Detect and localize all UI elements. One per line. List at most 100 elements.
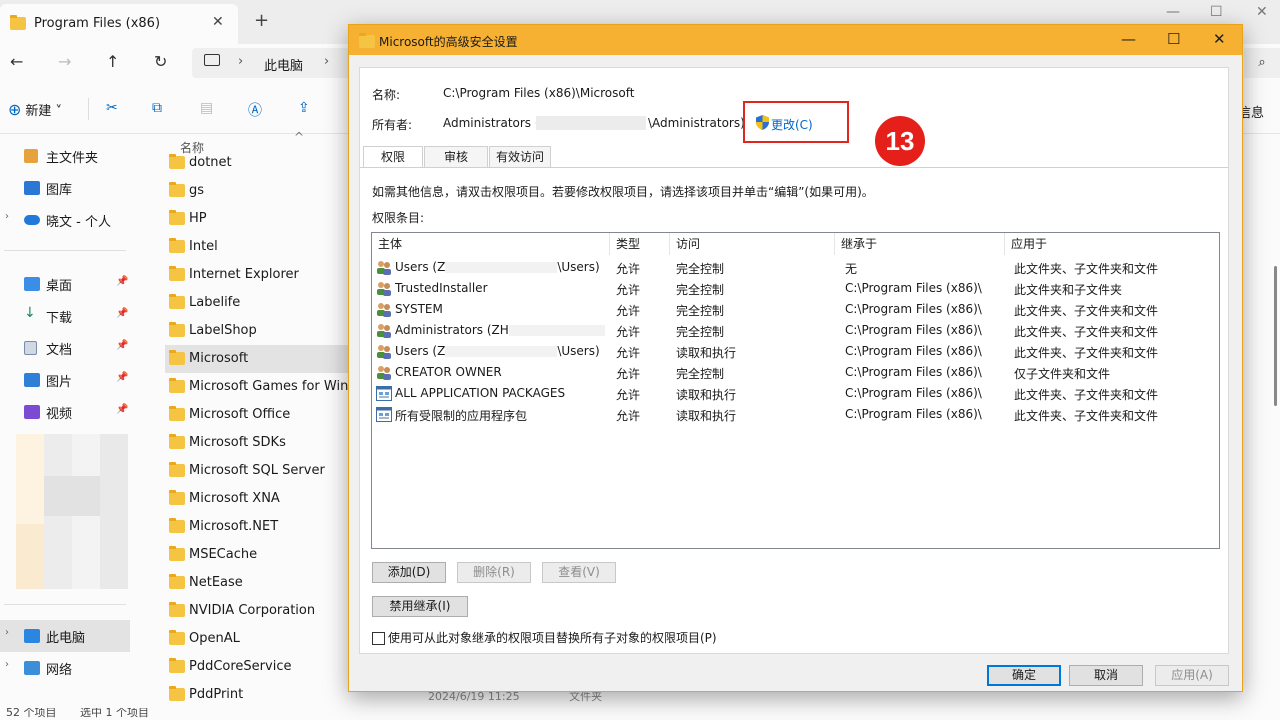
maximize-icon[interactable]: ☐ (1210, 4, 1223, 20)
sidebar-item-downloads[interactable]: ↓ 下载 📌 (0, 300, 130, 332)
type-cell: 允许 (616, 325, 641, 339)
file-list-item[interactable]: PddPrint (165, 681, 355, 709)
sidebar-item-gallery[interactable]: 图库 (0, 172, 130, 204)
sort-ascending-icon[interactable]: ^ (294, 130, 304, 144)
redacted-region (536, 116, 646, 130)
file-list-item[interactable]: MSECache (165, 541, 355, 569)
permission-entry-row[interactable]: Administrators (ZHWOR... 允许 完全控制 C:\Program… (372, 320, 1219, 341)
type-cell: 允许 (616, 409, 641, 423)
sidebar-item-network[interactable]: › 网络 (0, 652, 130, 684)
document-icon (24, 341, 37, 355)
close-icon[interactable]: ✕ (1213, 30, 1226, 48)
pin-icon[interactable]: 📌 (116, 308, 128, 319)
close-window-icon[interactable]: ✕ (1256, 4, 1268, 20)
tab-effective-access[interactable]: 有效访问 (489, 146, 551, 168)
dialog-title-bar[interactable]: Microsoft的高级安全设置 — ☐ ✕ (349, 25, 1242, 55)
file-name: Intel (189, 239, 218, 254)
expand-icon[interactable]: › (5, 211, 9, 222)
pin-icon[interactable]: 📌 (116, 404, 128, 415)
expand-icon[interactable]: › (5, 627, 9, 638)
column-header-inherited-from[interactable]: 继承于 (835, 233, 1005, 255)
scrollbar[interactable] (1274, 266, 1277, 406)
file-list-item[interactable]: LabelShop (165, 317, 355, 345)
file-list-item[interactable]: Microsoft Games for Windo (165, 373, 365, 401)
new-tab-icon[interactable]: + (254, 10, 269, 31)
paste-icon[interactable]: ▤ (200, 100, 213, 116)
column-header-type[interactable]: 类型 (610, 233, 670, 255)
permission-entry-row[interactable]: CREATOR OWNER 允许 完全控制 C:\Program Files (x86… (372, 362, 1219, 383)
breadcrumb[interactable]: › 此电脑 › (192, 48, 352, 78)
forward-icon[interactable]: → (58, 52, 71, 71)
file-list-item[interactable]: HP (165, 205, 355, 233)
name-value[interactable]: C:\Program Files (x86)\Microsoft (443, 86, 634, 100)
add-button[interactable]: 添加(D) (372, 562, 446, 583)
sidebar-item-label: 视频 (46, 407, 73, 422)
permission-entry-row[interactable]: TrustedInstaller 允许 完全控制 C:\Program Files (… (372, 278, 1219, 299)
view-button[interactable]: 查看(V) (542, 562, 616, 583)
pin-icon[interactable]: 📌 (116, 340, 128, 351)
file-list-item[interactable]: Labelife (165, 289, 355, 317)
file-list-item[interactable]: Microsoft SQL Server (165, 457, 355, 485)
pin-icon[interactable]: 📌 (116, 276, 128, 287)
new-button[interactable]: ⊕ 新建 ˅ (8, 100, 62, 119)
share-icon[interactable]: ⇪ (298, 100, 310, 116)
permission-entry-row[interactable]: Users (Z \Users) 允许 读取和执行 C:\Program Files (… (372, 341, 1219, 362)
ok-button[interactable]: 确定 (987, 665, 1061, 686)
file-list-item[interactable]: Microsoft.NET (165, 513, 355, 541)
replace-child-permissions-label[interactable]: 使用可从此对象继承的权限项目替换所有子对象的权限项目(P) (388, 629, 717, 646)
back-icon[interactable]: ← (10, 52, 23, 71)
file-list-item[interactable]: NetEase (165, 569, 355, 597)
chevron-right-icon[interactable]: › (238, 54, 243, 69)
column-header-principal[interactable]: 主体 (372, 233, 610, 255)
search-icon[interactable]: ⌕ (1244, 48, 1280, 78)
cut-icon[interactable]: ✂ (106, 100, 118, 116)
refresh-icon[interactable]: ↻ (154, 52, 167, 71)
file-list-item[interactable]: Microsoft (165, 345, 355, 373)
file-list-item[interactable]: OpenAL (165, 625, 355, 653)
expand-icon[interactable]: › (5, 659, 9, 670)
sidebar-item-onedrive[interactable]: › 晓文 - 个人 (0, 204, 130, 236)
minimize-icon[interactable]: — (1121, 30, 1136, 48)
permission-entries-list[interactable]: 主体 类型 访问 继承于 应用于 Users (Z \Users) 允许 完全控制无此… (371, 232, 1220, 549)
sidebar-item-videos[interactable]: 视频 📌 (0, 396, 130, 428)
sidebar-item-home[interactable]: 主文件夹 (0, 140, 130, 172)
explorer-tab[interactable]: Program Files (x86) ✕ (0, 4, 238, 44)
maximize-icon[interactable]: ☐ (1167, 30, 1180, 48)
file-list-item[interactable]: PddCoreService (165, 653, 355, 681)
desktop-icon (24, 277, 40, 291)
file-list: ^ 名称 dotnet gs HP Intel Internet Explorer Lab… (140, 130, 365, 720)
tab-permissions[interactable]: 权限 (363, 146, 423, 168)
file-list-item[interactable]: Microsoft XNA (165, 485, 355, 513)
permission-entry-row[interactable]: Users (Z \Users) 允许 完全控制 无 此文件夹、子文件夹和文件 (372, 257, 1219, 278)
file-list-item[interactable]: Microsoft Office (165, 401, 355, 429)
file-list-item[interactable]: NVIDIA Corporation (165, 597, 355, 625)
cancel-button[interactable]: 取消 (1069, 665, 1143, 686)
apply-button[interactable]: 应用(A) (1155, 665, 1229, 686)
disable-inheritance-button[interactable]: 禁用继承(I) (372, 596, 468, 617)
column-header-access[interactable]: 访问 (670, 233, 835, 255)
permission-entry-row[interactable]: SYSTEM 允许 完全控制 C:\Program Files (x86)\ 此文件夹、… (372, 299, 1219, 320)
permission-entry-row[interactable]: 所有受限制的应用程序包 允许 读取和执行 C:\Program Files (x86)… (372, 404, 1219, 425)
close-tab-icon[interactable]: ✕ (212, 14, 224, 30)
pin-icon[interactable]: 📌 (116, 372, 128, 383)
sidebar-item-documents[interactable]: 文档 📌 (0, 332, 130, 364)
permission-entry-row[interactable]: ALL APPLICATION PACKAGES 允许 读取和执行 C:\Progra… (372, 383, 1219, 404)
file-list-item[interactable]: Internet Explorer (165, 261, 355, 289)
sidebar-item-pictures[interactable]: 图片 📌 (0, 364, 130, 396)
column-header-applies-to[interactable]: 应用于 (1005, 233, 1219, 255)
rename-icon[interactable]: Ⓐ (248, 100, 262, 120)
file-list-item[interactable]: dotnet (165, 149, 355, 177)
sidebar-item-this-pc[interactable]: › 此电脑 (0, 620, 130, 652)
sidebar-item-desktop[interactable]: 桌面 📌 (0, 268, 130, 300)
tab-auditing[interactable]: 审核 (424, 146, 488, 168)
copy-icon[interactable]: ⧉ (152, 100, 162, 116)
minimize-icon[interactable]: — (1166, 4, 1180, 20)
replace-child-permissions-checkbox[interactable] (372, 632, 385, 645)
remove-button[interactable]: 删除(R) (457, 562, 531, 583)
file-list-item[interactable]: Intel (165, 233, 355, 261)
breadcrumb-this-pc[interactable]: 此电脑 (264, 55, 303, 74)
chevron-right-icon[interactable]: › (324, 54, 329, 69)
file-list-item[interactable]: gs (165, 177, 355, 205)
file-list-item[interactable]: Microsoft SDKs (165, 429, 355, 457)
up-icon[interactable]: ↑ (106, 52, 119, 71)
